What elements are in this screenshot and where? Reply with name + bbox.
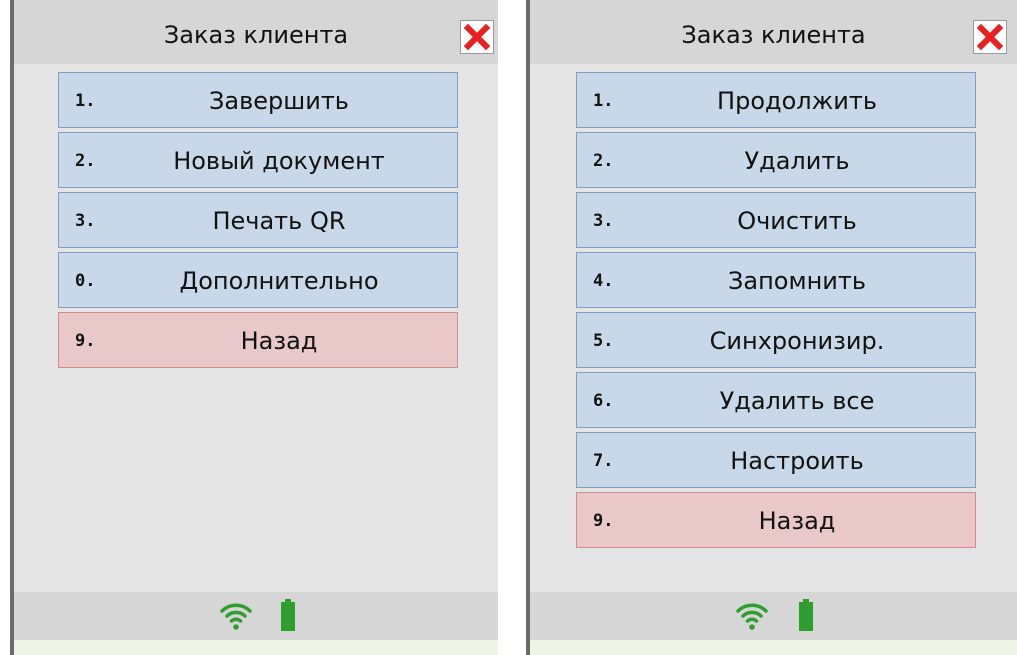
menu-screen-left: Заказ клиента 1. Завершить 2. Новый доку… [10, 0, 498, 655]
menu-item-new-document[interactable]: 2. Новый документ [58, 132, 458, 188]
menu-item-number: 0. [75, 271, 96, 291]
close-icon [464, 24, 490, 50]
battery-icon [281, 599, 295, 631]
menu-item-label: Назад [758, 507, 836, 535]
menu-item-number: 6. [593, 391, 614, 411]
menu-item-back[interactable]: 9. Назад [58, 312, 458, 368]
menu-item-number: 1. [593, 91, 614, 111]
menu-item-delete[interactable]: 2. Удалить [576, 132, 976, 188]
menu-item-configure[interactable]: 7. Настроить [576, 432, 976, 488]
menu-item-label: Настроить [730, 447, 864, 475]
menu-item-back[interactable]: 9. Назад [576, 492, 976, 548]
menu-item-finish[interactable]: 1. Завершить [58, 72, 458, 128]
menu-list: 1. Продолжить 2. Удалить 3. Очистить 4. … [576, 72, 976, 552]
menu-item-number: 9. [593, 511, 614, 531]
wifi-icon [220, 603, 252, 630]
menu-item-label: Удалить [744, 147, 850, 175]
screen-title: Заказ клиента [163, 21, 349, 49]
menu-item-label: Очистить [737, 207, 857, 235]
wifi-icon [736, 603, 768, 630]
menu-item-label: Продолжить [717, 87, 877, 115]
screen-title: Заказ клиента [681, 21, 866, 49]
menu-item-label: Печать QR [212, 207, 346, 235]
menu-item-label: Новый документ [173, 147, 385, 175]
menu-item-additional[interactable]: 0. Дополнительно [58, 252, 458, 308]
menu-item-number: 7. [593, 451, 614, 471]
close-icon [977, 24, 1003, 50]
menu-item-print-qr[interactable]: 3. Печать QR [58, 192, 458, 248]
menu-item-clear[interactable]: 3. Очистить [576, 192, 976, 248]
menu-item-remember[interactable]: 4. Запомнить [576, 252, 976, 308]
menu-item-label: Удалить все [719, 387, 875, 415]
menu-item-continue[interactable]: 1. Продолжить [576, 72, 976, 128]
menu-item-number: 3. [593, 211, 614, 231]
menu-screen-right: Заказ клиента 1. Продолжить 2. Удалить 3… [526, 0, 1017, 655]
menu-item-label: Завершить [209, 87, 349, 115]
menu-list: 1. Завершить 2. Новый документ 3. Печать… [58, 72, 458, 372]
close-button[interactable] [973, 20, 1007, 54]
menu-item-delete-all[interactable]: 6. Удалить все [576, 372, 976, 428]
menu-item-number: 3. [75, 211, 96, 231]
menu-item-synchronize[interactable]: 5. Синхронизир. [576, 312, 976, 368]
status-bar [14, 592, 498, 640]
status-bar [530, 592, 1017, 640]
menu-item-number: 4. [593, 271, 614, 291]
title-bar: Заказ клиента [14, 0, 498, 64]
menu-item-label: Синхронизир. [709, 327, 885, 355]
menu-item-number: 2. [75, 151, 96, 171]
battery-icon [799, 599, 813, 631]
menu-item-number: 1. [75, 91, 96, 111]
close-button[interactable] [460, 20, 494, 54]
menu-item-label: Дополнительно [179, 267, 379, 295]
menu-item-label: Назад [240, 327, 318, 355]
bottom-strip [14, 640, 498, 655]
menu-item-number: 2. [593, 151, 614, 171]
title-bar: Заказ клиента [530, 0, 1017, 64]
menu-item-number: 9. [75, 331, 96, 351]
bottom-strip [530, 640, 1017, 655]
menu-item-number: 5. [593, 331, 614, 351]
menu-item-label: Запомнить [728, 267, 866, 295]
